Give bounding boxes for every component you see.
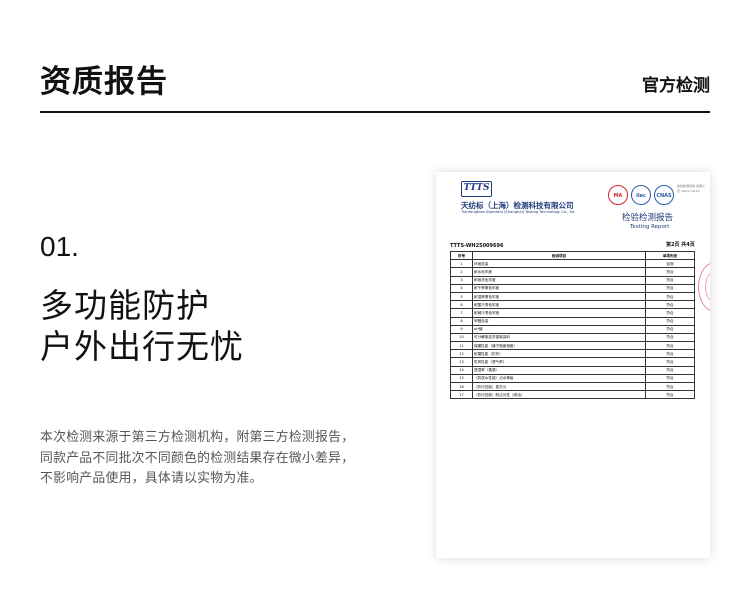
row-number: 17 bbox=[450, 390, 473, 400]
report-results-table: 序号 检测项目 单项判定 1 纤维含量 如测 2 耐水色牢度 符合 3 耐皂洗色牢度 符合 4 耐干… bbox=[450, 250, 695, 400]
ilac-cert-icon: ilac bbox=[631, 185, 651, 205]
header-right-label: 官方检测 bbox=[642, 76, 710, 96]
row-result: 符合 bbox=[645, 373, 695, 384]
row-number: 2 bbox=[450, 267, 473, 277]
report-number: TTTS-WH25009696 bbox=[450, 243, 504, 249]
row-result: 符合 bbox=[645, 283, 695, 293]
row-number: 13 bbox=[450, 357, 473, 367]
header-no: 序号 bbox=[450, 250, 473, 261]
row-result: 符合 bbox=[645, 341, 695, 351]
company-name-en: Tianfangbiao Standard (Shanghai) Testing… bbox=[461, 210, 576, 214]
row-test-item: 耐水色牢度 bbox=[472, 267, 646, 277]
table-header-row: 序号 检测项目 单项判定 bbox=[450, 250, 695, 261]
feature-headline-line-2: 户外出行无忧 bbox=[40, 327, 244, 366]
row-result: 符合 bbox=[645, 390, 695, 400]
table-row: 15 （防泼水性能）沾水等级 符合 bbox=[450, 373, 695, 384]
row-test-item: 耐干摩擦色牢度 bbox=[472, 283, 646, 293]
row-result: 符合 bbox=[645, 300, 695, 310]
row-result: 符合 bbox=[645, 324, 695, 334]
row-number: 5 bbox=[450, 291, 473, 302]
row-number: 3 bbox=[450, 275, 473, 285]
table-row: 10 可分解致癌芳香胺染料 符合 bbox=[450, 332, 695, 343]
table-row: 14 透湿率（蒸肠） 符合 bbox=[450, 365, 695, 375]
row-test-item: 耐皂洗色牢度 bbox=[472, 275, 646, 285]
table-row: 13 防风性能（透气率） 符合 bbox=[450, 357, 695, 367]
report-page-info: 第2页 共4页 bbox=[666, 242, 695, 248]
table-row: 5 耐湿摩擦色牢度 符合 bbox=[450, 291, 695, 302]
row-test-item: （防污性能）易去污 bbox=[472, 381, 646, 392]
header-item: 检测项目 bbox=[472, 250, 646, 261]
row-number: 6 bbox=[450, 300, 473, 310]
row-number: 4 bbox=[450, 283, 473, 293]
row-test-item: 耐磨性能（抗折） bbox=[472, 349, 646, 359]
cert-note: 检验检测机构 资质认定 CNAS L0123 bbox=[677, 184, 705, 193]
table-row: 3 耐皂洗色牢度 符合 bbox=[450, 275, 695, 285]
description-line-2: 同款产品不同批次不同颜色的检测结果存在微小差异， bbox=[40, 451, 355, 466]
row-test-item: （防污性能）耐沾污性（咸油） bbox=[472, 390, 646, 400]
row-number: 15 bbox=[450, 373, 473, 384]
description-line-1: 本次检测来源于第三方检测机构，附第三方检测报告， bbox=[40, 430, 355, 445]
row-result: 符合 bbox=[645, 332, 695, 343]
row-result: 符合 bbox=[645, 316, 695, 326]
row-number: 9 bbox=[450, 324, 473, 334]
table-row: 4 耐干摩擦色牢度 符合 bbox=[450, 283, 695, 293]
row-test-item: 可分解致癌芳香胺染料 bbox=[472, 332, 646, 343]
red-seal-stamp-icon bbox=[698, 262, 710, 312]
cnas-cert-icon: CNAS bbox=[654, 185, 674, 205]
table-row: 11 保暖性能（缝子粗面相度） 符合 bbox=[450, 341, 695, 351]
row-test-item: pH值 bbox=[472, 324, 646, 334]
row-test-item: 保暖性能（缝子粗面相度） bbox=[472, 341, 646, 351]
feature-number: 01. bbox=[40, 231, 79, 262]
row-test-item: 透湿率（蒸肠） bbox=[472, 365, 646, 375]
row-result: 符合 bbox=[645, 291, 695, 302]
row-test-item: 甲醛含量 bbox=[472, 316, 646, 326]
row-test-item: 耐湿摩擦色牢度 bbox=[472, 291, 646, 302]
table-row: 12 耐磨性能（抗折） 符合 bbox=[450, 349, 695, 359]
table-row: 1 纤维含量 如测 bbox=[450, 259, 695, 269]
table-row: 8 甲醛含量 符合 bbox=[450, 316, 695, 326]
row-test-item: 耐酸汗渍色牢度 bbox=[472, 300, 646, 310]
row-result: 符合 bbox=[645, 308, 695, 318]
table-row: 16 （防污性能）易去污 符合 bbox=[450, 381, 695, 392]
row-number: 14 bbox=[450, 365, 473, 375]
row-result: 符合 bbox=[645, 357, 695, 367]
ttts-logo: TTTS bbox=[461, 181, 492, 197]
row-test-item: 防风性能（透气率） bbox=[472, 357, 646, 367]
row-number: 1 bbox=[450, 259, 473, 269]
row-number: 10 bbox=[450, 332, 473, 343]
test-report-document: TTTS 天纺标（上海）检测科技有限公司 Tianfangbiao Standa… bbox=[436, 172, 710, 558]
row-test-item: （防泼水性能）沾水等级 bbox=[472, 373, 646, 384]
row-result: 如测 bbox=[645, 259, 695, 269]
report-title-cn: 检验检测报告 bbox=[622, 213, 674, 223]
row-test-item: 耐碱汗渍色牢度 bbox=[472, 308, 646, 318]
cma-cert-icon: MA bbox=[608, 185, 628, 205]
row-result: 符合 bbox=[645, 349, 695, 359]
table-row: 7 耐碱汗渍色牢度 符合 bbox=[450, 308, 695, 318]
report-title-en: Testing Report bbox=[630, 224, 670, 230]
row-number: 8 bbox=[450, 316, 473, 326]
page-title: 资质报告 bbox=[40, 64, 168, 100]
table-row: 6 耐酸汗渍色牢度 符合 bbox=[450, 300, 695, 310]
header-divider bbox=[40, 111, 710, 113]
table-row: 2 耐水色牢度 符合 bbox=[450, 267, 695, 277]
row-result: 符合 bbox=[645, 275, 695, 285]
row-result: 符合 bbox=[645, 365, 695, 375]
table-row: 17 （防污性能）耐沾污性（咸油） 符合 bbox=[450, 390, 695, 400]
row-number: 12 bbox=[450, 349, 473, 359]
row-number: 16 bbox=[450, 381, 473, 392]
row-number: 11 bbox=[450, 341, 473, 351]
header-result: 单项判定 bbox=[645, 250, 695, 261]
row-result: 符合 bbox=[645, 267, 695, 277]
row-result: 符合 bbox=[645, 381, 695, 392]
row-number: 7 bbox=[450, 308, 473, 318]
description-line-3: 不影响产品使用，具体请以实物为准。 bbox=[40, 471, 263, 486]
table-row: 9 pH值 符合 bbox=[450, 324, 695, 334]
row-test-item: 纤维含量 bbox=[472, 259, 646, 269]
